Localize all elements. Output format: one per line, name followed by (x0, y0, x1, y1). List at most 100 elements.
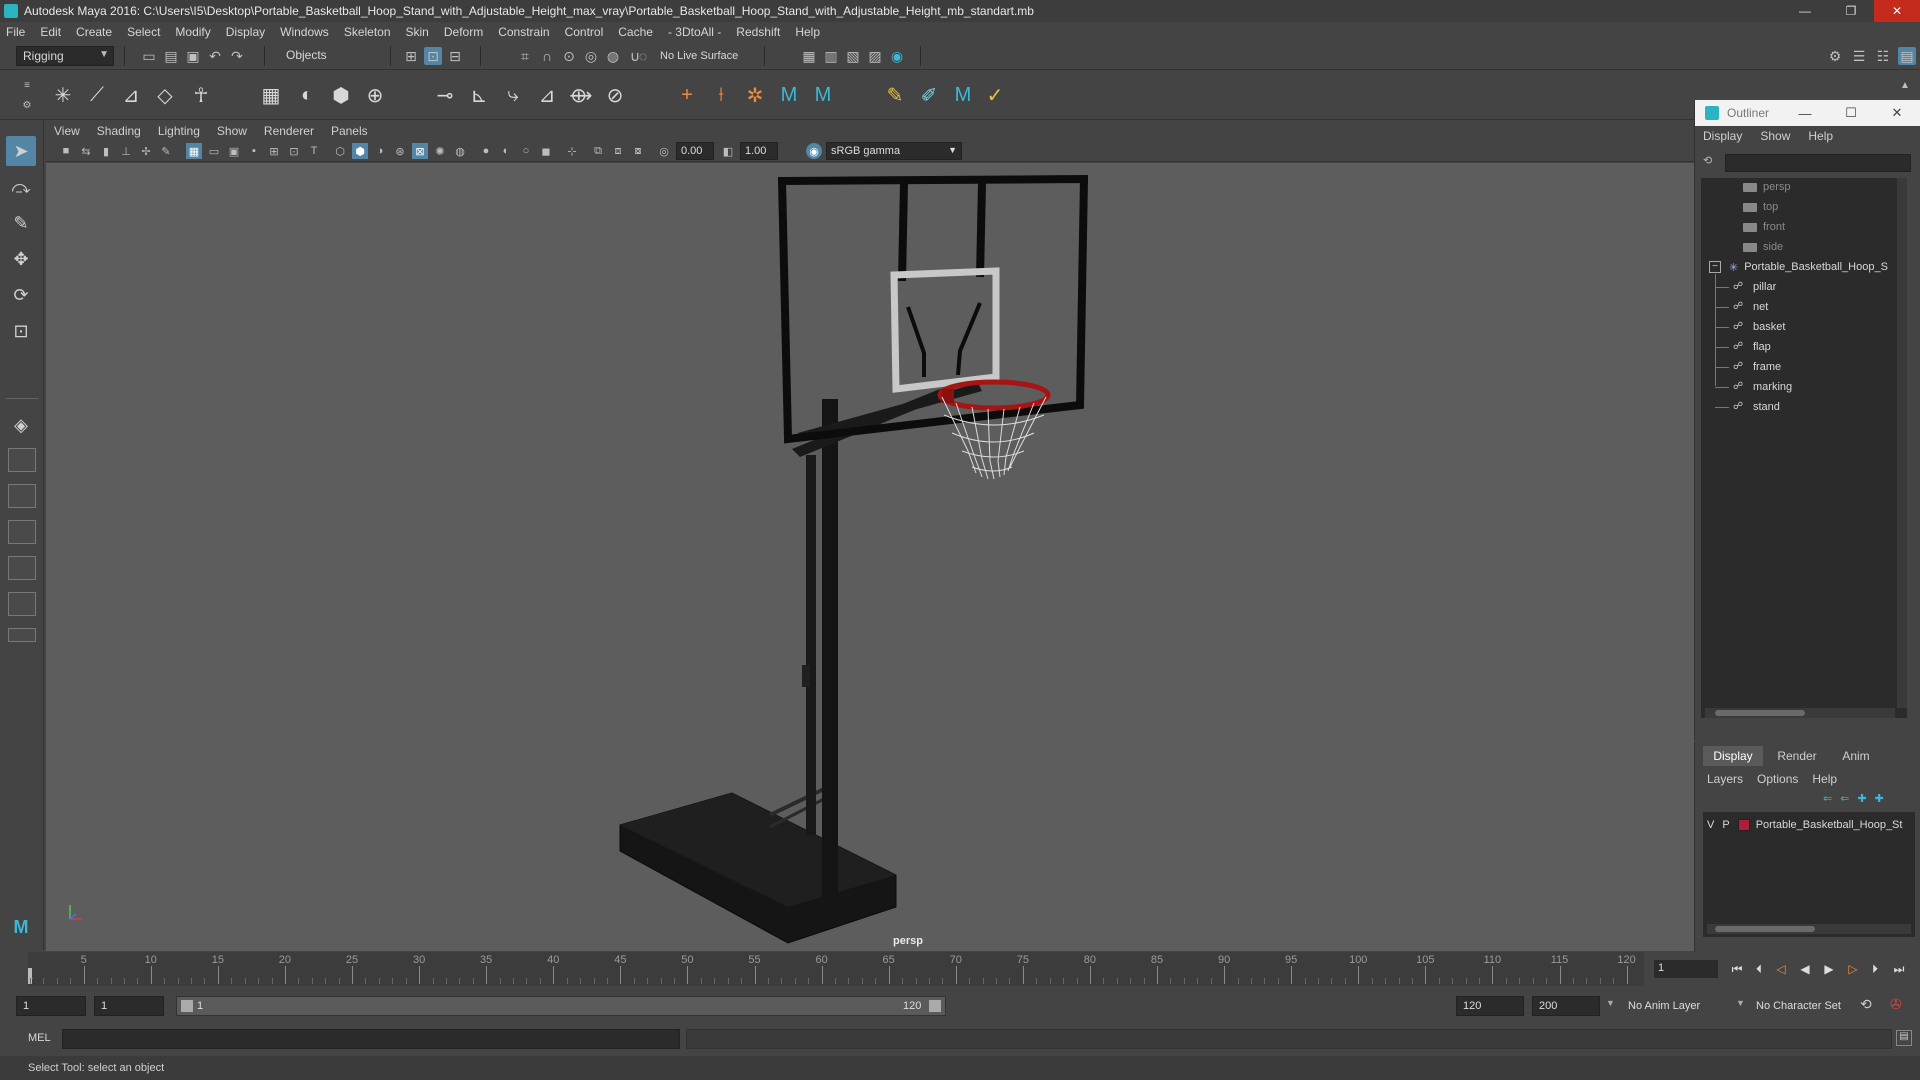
paint-skin-icon[interactable]: ✐ (914, 80, 944, 110)
persp-outliner-layout-icon[interactable] (8, 484, 36, 508)
open-scene-icon[interactable]: ▤ (162, 47, 180, 65)
xray-icon[interactable]: ⧉ (590, 143, 606, 159)
snap-to-surface-icon[interactable]: ◍ (604, 47, 622, 65)
time-ruler[interactable]: 1 51015202530354045505560657075808590951… (27, 952, 1644, 986)
bind-skin-icon[interactable]: ⊸ (430, 80, 460, 110)
snap-to-curve-icon[interactable]: ∩ (538, 47, 556, 65)
range-start-handle[interactable] (181, 1000, 193, 1012)
orient-constraint-icon[interactable]: ⊿ (532, 80, 562, 110)
outliner-item-net[interactable]: ☍ net (1715, 298, 1768, 316)
character-set-dropdown[interactable]: No Character Set (1756, 1000, 1841, 1012)
layer-color-swatch[interactable] (1737, 819, 1750, 831)
ik-spline-icon[interactable]: ⊿ (116, 80, 146, 110)
layers-menu-options[interactable]: Options (1757, 772, 1798, 786)
menu-control[interactable]: Control (565, 25, 604, 39)
outliner-item-pillar[interactable]: ☍ pillar (1715, 278, 1776, 296)
chevron-down-icon[interactable]: ▼ (1736, 998, 1745, 1008)
snap-to-grid-icon[interactable]: ⌗ (516, 47, 534, 65)
modeling-toolkit-icon[interactable]: ⚙ (1826, 47, 1844, 65)
persp-hypershade-layout-icon[interactable] (8, 556, 36, 580)
safe-title-icon[interactable]: T (306, 143, 322, 159)
pole-vector-icon[interactable]: ⊘ (600, 80, 630, 110)
isolate-select-icon[interactable]: ⊹ (564, 143, 580, 159)
depth-of-field-icon[interactable]: ◼ (538, 143, 554, 159)
persp-graph-hypergraph-layout-icon[interactable] (8, 592, 36, 616)
tab-render[interactable]: Render (1767, 746, 1827, 766)
script-editor-icon[interactable]: ▤ (1896, 1030, 1912, 1046)
menu-constrain[interactable]: Constrain (498, 25, 549, 39)
menu-display[interactable]: Display (226, 25, 265, 39)
screen-space-ao-icon[interactable]: ● (478, 143, 494, 159)
motion-blur-icon[interactable]: ◐ (498, 143, 514, 159)
exposure-field[interactable]: 0.00 (676, 142, 714, 160)
shelf-scroll-up-icon[interactable]: ▲ (1896, 76, 1914, 94)
select-tool-icon[interactable]: ➤ (6, 136, 36, 166)
outliner-item-side[interactable]: side (1743, 238, 1783, 256)
image-plane-icon[interactable]: ⊥ (118, 143, 134, 159)
script-language-label[interactable]: MEL (28, 1032, 51, 1044)
custom-layout-icon[interactable] (8, 628, 36, 642)
hypershade-icon[interactable]: ◉ (888, 47, 906, 65)
gamma-field[interactable]: 1.00 (740, 142, 778, 160)
undo-icon[interactable]: ↶ (206, 47, 224, 65)
outliner-vertical-scrollbar[interactable] (1897, 178, 1907, 708)
layer-name[interactable]: Portable_Basketball_Hoop_St (1756, 819, 1903, 831)
rotate-tool-icon[interactable]: ⟳ (6, 280, 36, 310)
layers-menu-layers[interactable]: Layers (1707, 772, 1743, 786)
resolution-gate-icon[interactable]: ▣ (226, 143, 242, 159)
viewport-menu-panels[interactable]: Panels (331, 124, 368, 138)
render-settings-icon[interactable]: ▨ (866, 47, 884, 65)
camera-tools-icon[interactable]: ⇆ (78, 143, 94, 159)
live-surface-icon[interactable]: ◌ (634, 47, 652, 65)
play-forwards-icon[interactable]: ▶ (1820, 960, 1838, 978)
parent-constraint-icon[interactable]: ⊾ (464, 80, 494, 110)
persp-graph-layout-icon[interactable] (8, 520, 36, 544)
paint-select-icon[interactable]: ✎ (6, 208, 36, 238)
layer-visibility[interactable]: V (1707, 819, 1714, 831)
new-scene-icon[interactable]: ▭ (140, 47, 158, 65)
paint-weights-icon[interactable]: ✎ (880, 80, 910, 110)
selection-mode-dropdown[interactable]: Objects (280, 46, 380, 66)
use-all-lights-icon[interactable]: ✺ (432, 143, 448, 159)
menu-skin[interactable]: Skin (406, 25, 429, 39)
ik-handle-icon[interactable]: ⟋ (82, 80, 112, 110)
render-frame-icon[interactable]: ▥ (822, 47, 840, 65)
command-input[interactable] (62, 1029, 680, 1049)
exposure-icon[interactable]: ◎ (656, 143, 672, 159)
select-by-hierarchy-icon[interactable]: ⊞ (402, 47, 420, 65)
wireframe-on-shaded-icon[interactable]: ⊛ (392, 143, 408, 159)
close-button[interactable]: ✕ (1874, 0, 1920, 22)
scene-end-field[interactable]: 200 (1532, 996, 1600, 1016)
move-layer-down-icon[interactable]: ⇐ (1840, 792, 1849, 805)
scene-start-field[interactable]: 1 (16, 996, 86, 1016)
outliner-minimize-button[interactable]: — (1782, 100, 1828, 126)
wireframe-icon[interactable]: ⬡ (332, 143, 348, 159)
film-gate-icon[interactable]: ▭ (206, 143, 222, 159)
collapse-icon[interactable]: − (1709, 261, 1721, 273)
lasso-tool-icon[interactable]: ⤼ (6, 172, 36, 202)
attribute-editor-icon[interactable]: ☰ (1850, 47, 1868, 65)
shelf-settings-icon[interactable]: ⚙ (18, 96, 36, 114)
save-scene-icon[interactable]: ▣ (184, 47, 202, 65)
menu-help[interactable]: Help (795, 25, 820, 39)
menu-3dtoall[interactable]: - 3DtoAll - (668, 25, 721, 39)
viewport-menu-shading[interactable]: Shading (97, 124, 141, 138)
shadows-icon[interactable]: ◍ (452, 143, 468, 159)
maximize-button[interactable]: ❐ (1828, 0, 1874, 22)
aim-constraint-icon[interactable]: ⟴ (566, 80, 596, 110)
viewport-menu-view[interactable]: View (54, 124, 80, 138)
xray-active-components-icon[interactable]: ⧈ (610, 143, 626, 159)
menu-skeleton[interactable]: Skeleton (344, 25, 391, 39)
layers-menu-help[interactable]: Help (1812, 772, 1837, 786)
maya-script-icon-1[interactable]: M (774, 80, 804, 110)
cluster-handle-icon[interactable]: ⟊ (706, 80, 736, 110)
snap-to-view-plane-icon[interactable]: ◎ (582, 47, 600, 65)
2d-pan-zoom-icon[interactable]: ✢ (138, 143, 154, 159)
menu-select[interactable]: Select (127, 25, 160, 39)
range-end-handle[interactable] (929, 1000, 941, 1012)
play-backwards-icon[interactable]: ◀ (1796, 960, 1814, 978)
tab-display[interactable]: Display (1703, 746, 1763, 766)
default-material-icon[interactable]: ◑ (372, 143, 388, 159)
insert-joint-icon[interactable]: ◇ (150, 80, 180, 110)
single-perspective-layout-icon[interactable]: ◈ (6, 410, 36, 440)
